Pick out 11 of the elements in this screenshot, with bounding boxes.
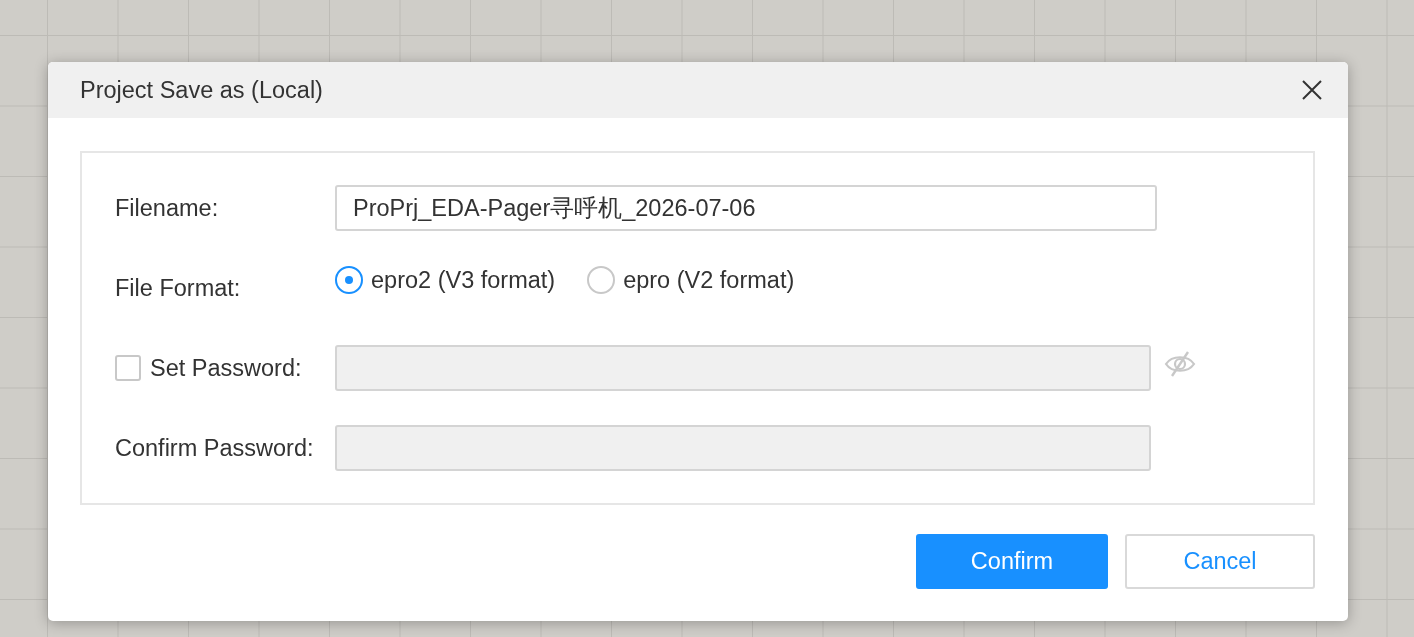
- field-label: Confirm Password:: [115, 434, 315, 462]
- close-icon[interactable]: [1302, 80, 1322, 100]
- radio-label[interactable]: epro (V2 format): [623, 266, 795, 294]
- radio-button[interactable]: [587, 266, 616, 294]
- radio-label[interactable]: epro2 (V3 format): [371, 266, 556, 294]
- radio-button[interactable]: [335, 266, 363, 294]
- field-label: Filename:: [115, 194, 220, 222]
- dialog-title: Project Save as (Local): [80, 76, 323, 104]
- field-label: Set Password:: [150, 354, 302, 382]
- input-field[interactable]: ProPrj_EDA-Pager寻呼机_2026-07-06: [335, 185, 1157, 231]
- field-label: File Format:: [115, 274, 242, 302]
